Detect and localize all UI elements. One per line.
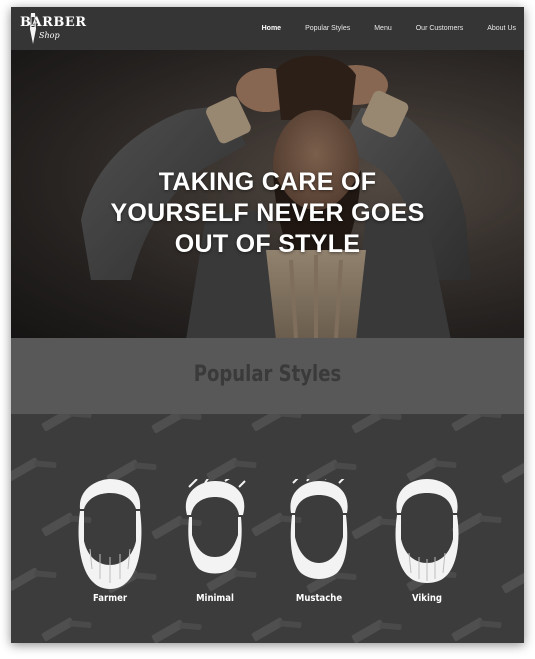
browser-frame: BARBER Shop Home Popular Styles Menu Our…	[11, 7, 524, 643]
minimal-beard-illustration	[185, 479, 246, 574]
nav-menu[interactable]: Menu	[374, 25, 392, 32]
hero-line-3: OUT OF STYLE	[174, 230, 361, 258]
nav-links: Home Popular Styles Menu Our Customers A…	[262, 7, 516, 50]
farmer-beard-illustration	[78, 479, 142, 589]
styles-grid: Farmer Minimal Mustache Viking	[11, 414, 524, 643]
mustache-beard-illustration	[290, 479, 348, 579]
style-label-farmer: Farmer	[92, 593, 128, 604]
hero-headline: TAKING CARE OF YOURSELF NEVER GOES OUT O…	[11, 167, 524, 260]
top-nav: BARBER Shop Home Popular Styles Menu Our…	[11, 7, 524, 50]
nav-about-us[interactable]: About Us	[487, 25, 516, 32]
viking-beard-illustration	[395, 479, 459, 583]
nav-popular-styles[interactable]: Popular Styles	[305, 25, 350, 32]
style-card-mustache[interactable]: Mustache	[279, 479, 359, 609]
section-title: Popular Styles	[193, 362, 342, 387]
style-label-mustache: Mustache	[295, 593, 343, 604]
hero-line-1: TAKING CARE OF	[158, 168, 377, 196]
nav-home[interactable]: Home	[262, 25, 281, 32]
style-label-viking: Viking	[411, 593, 443, 604]
hero-line-2: YOURSELF NEVER GOES	[110, 199, 425, 227]
nav-our-customers[interactable]: Our Customers	[416, 25, 463, 32]
style-card-viking[interactable]: Viking	[387, 479, 467, 609]
style-label-minimal: Minimal	[196, 593, 234, 604]
logo-subtitle: Shop	[39, 31, 60, 40]
hero-banner: TAKING CARE OF YOURSELF NEVER GOES OUT O…	[11, 50, 524, 338]
style-card-farmer[interactable]: Farmer	[70, 479, 150, 609]
logo-title: BARBER	[20, 15, 87, 30]
popular-styles-header: Popular Styles	[11, 338, 524, 414]
logo[interactable]: BARBER Shop	[20, 10, 86, 46]
style-card-minimal[interactable]: Minimal	[175, 479, 255, 609]
